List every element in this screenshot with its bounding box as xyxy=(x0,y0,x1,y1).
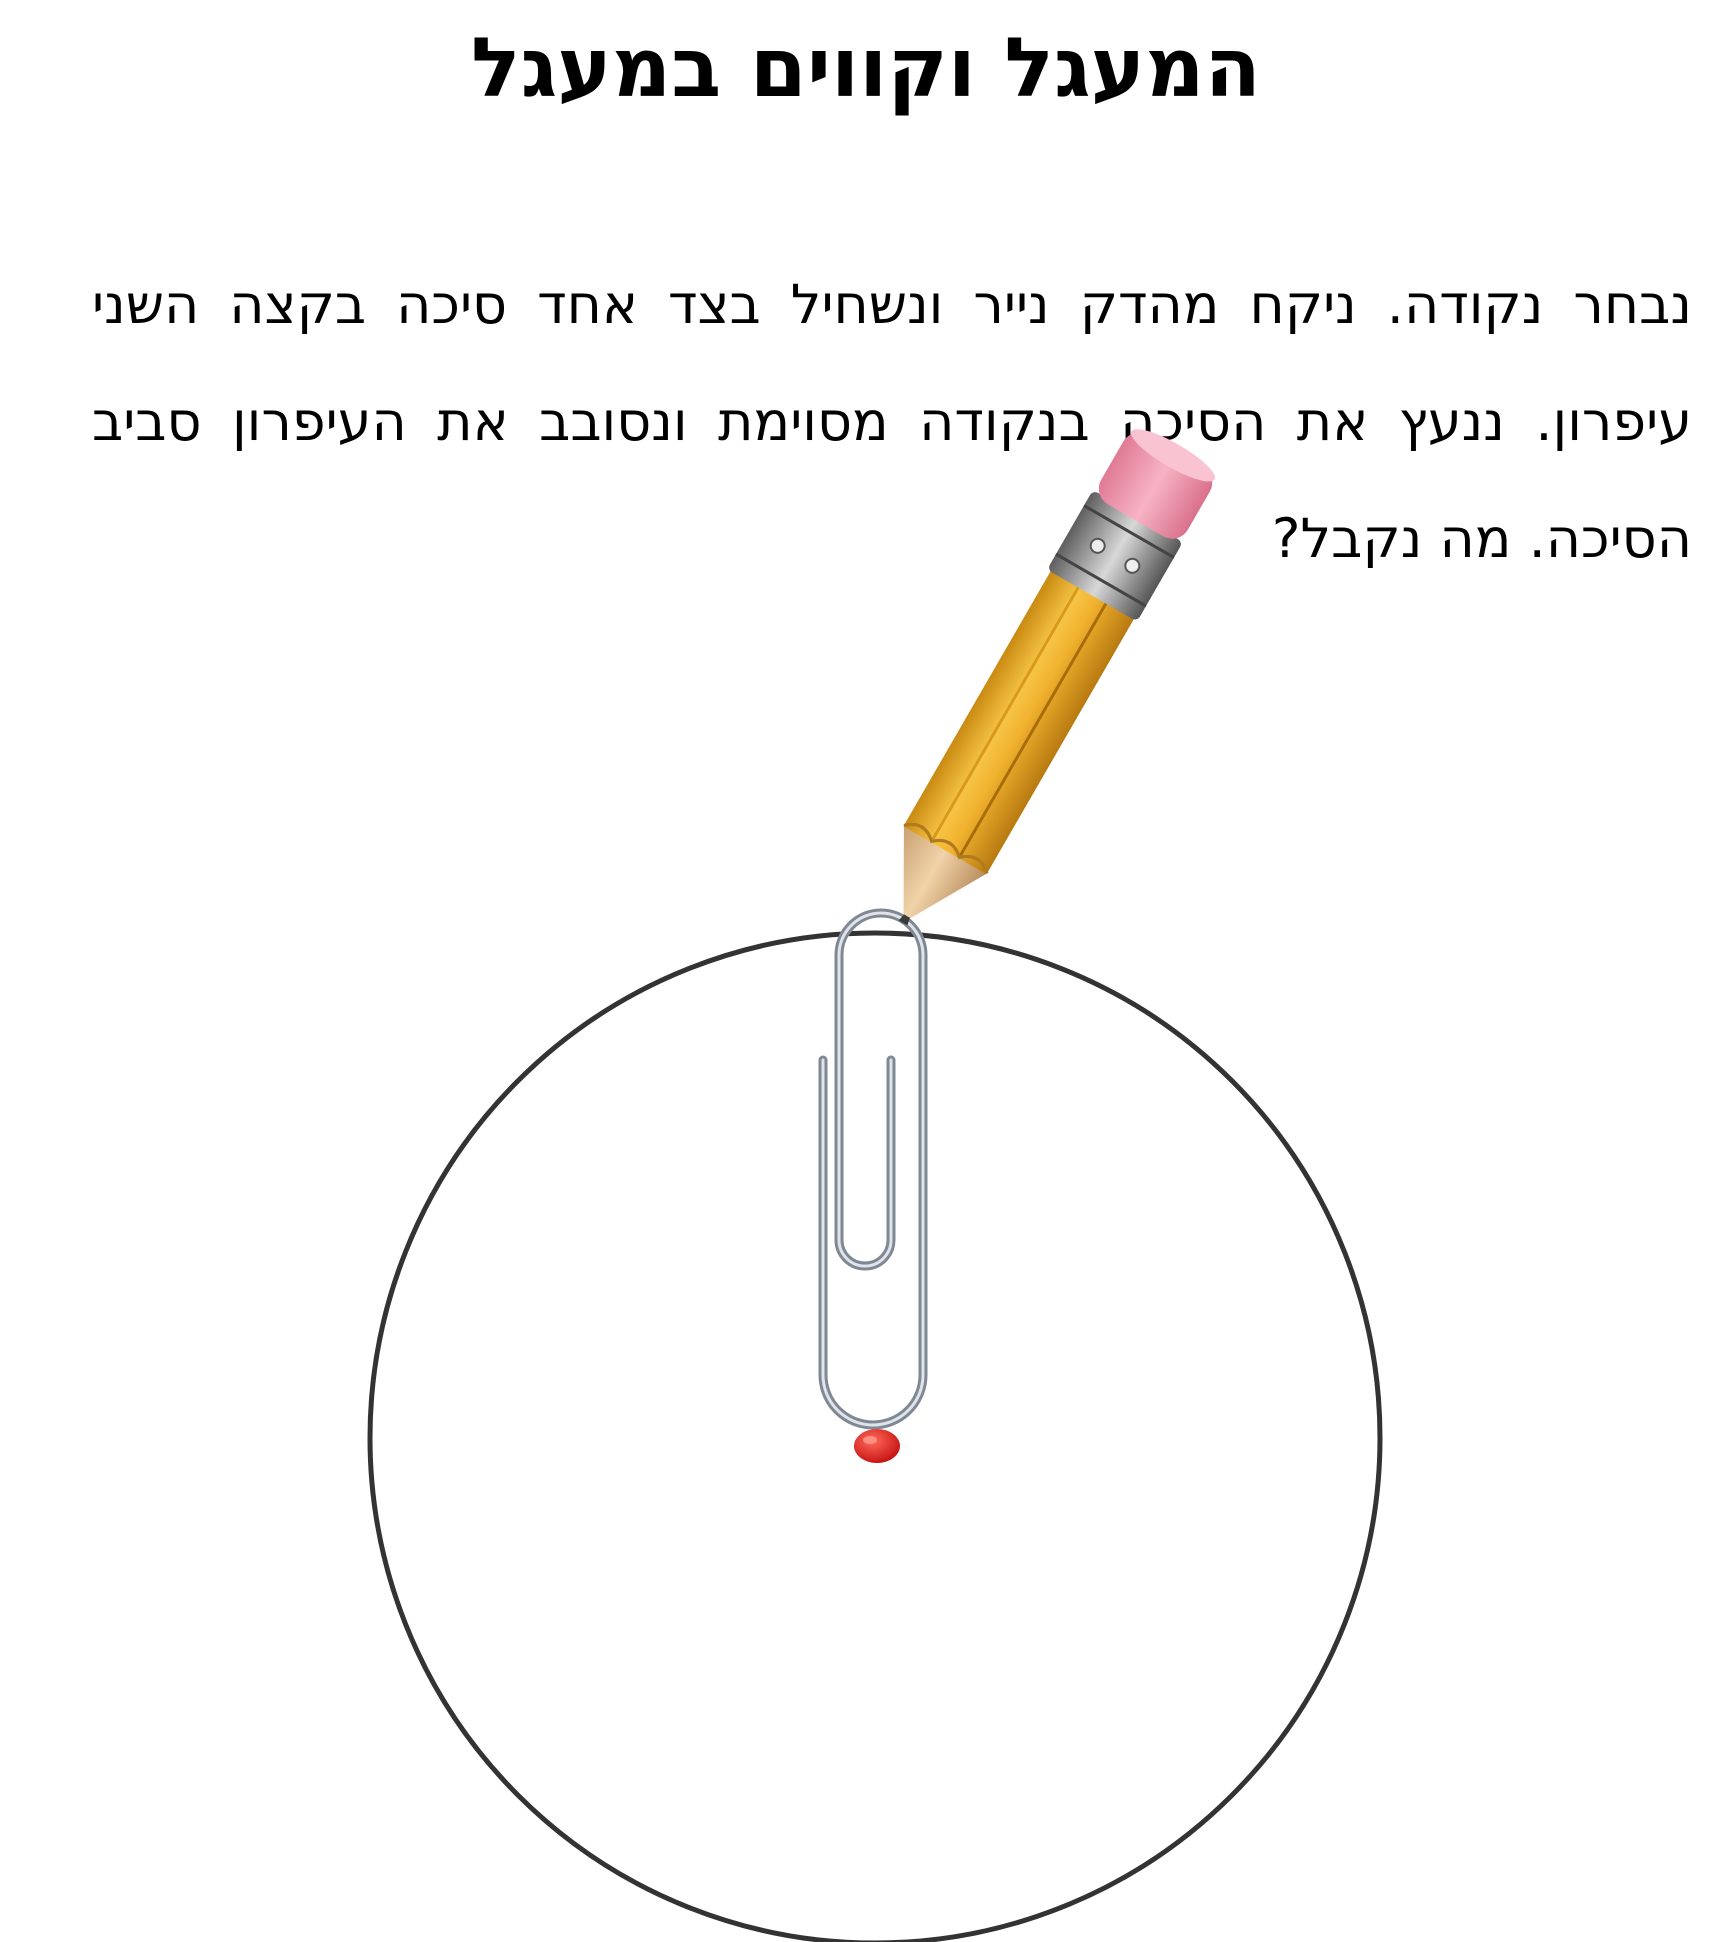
instructions-text: נבחר נקודה. ניקח מהדק נייר ונשחיל בצד אח… xyxy=(92,246,1692,597)
instructions-line-2: עיפרון. ננעץ את הסיכה בנקודה מסוימת ונסו… xyxy=(92,390,1692,453)
instructions-line-3: הסיכה. מה נקבל? xyxy=(1271,507,1692,570)
paper-clip-icon xyxy=(818,908,928,1430)
drawn-circle xyxy=(367,930,1383,1942)
pin-icon xyxy=(854,1429,900,1463)
slide: המעגל וקווים במעגל נבחר נקודה. ניקח מהדק… xyxy=(0,0,1732,1942)
instructions-line-1: נבחר נקודה. ניקח מהדק נייר ונשחיל בצד אח… xyxy=(92,273,1692,336)
page-title: המעגל וקווים במעגל xyxy=(471,21,1261,116)
